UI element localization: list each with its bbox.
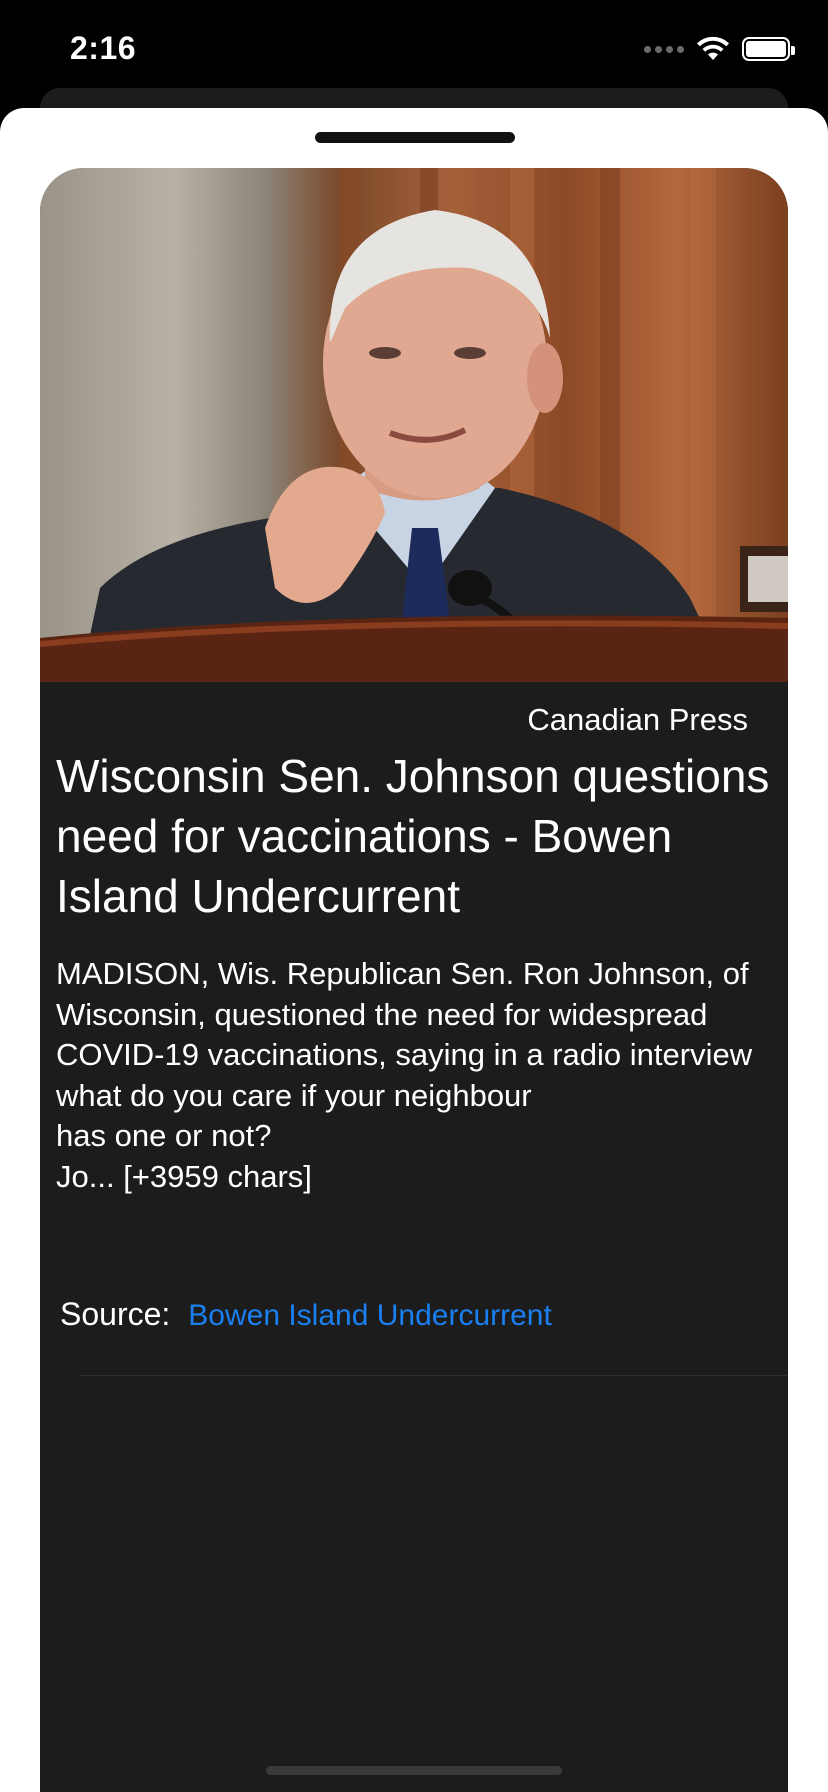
article-image (40, 168, 788, 682)
publisher-name: Canadian Press (527, 702, 748, 737)
source-label: Source: (60, 1296, 171, 1332)
wifi-icon (697, 36, 729, 60)
status-bar: 2:16 (0, 0, 828, 100)
source-link[interactable]: Bowen Island Undercurrent (188, 1299, 552, 1333)
article-sheet: Canadian Press Wisconsin Sen. Johnson qu… (0, 108, 828, 1792)
cellular-signal-icon (644, 45, 684, 53)
article-card: Canadian Press Wisconsin Sen. Johnson qu… (40, 168, 788, 1792)
battery-icon (742, 37, 795, 61)
article-description: MADISON, Wis. Republican Sen. Ron Johnso… (56, 956, 753, 1194)
divider (80, 1375, 788, 1376)
home-indicator[interactable] (266, 1766, 562, 1775)
sheet-grabber[interactable] (315, 132, 515, 143)
source-row: Source: Bowen Island Undercurrent (60, 1296, 552, 1333)
status-time: 2:16 (70, 30, 137, 66)
article-title: Wisconsin Sen. Johnson questions need fo… (56, 750, 770, 922)
status-icons (644, 36, 795, 62)
